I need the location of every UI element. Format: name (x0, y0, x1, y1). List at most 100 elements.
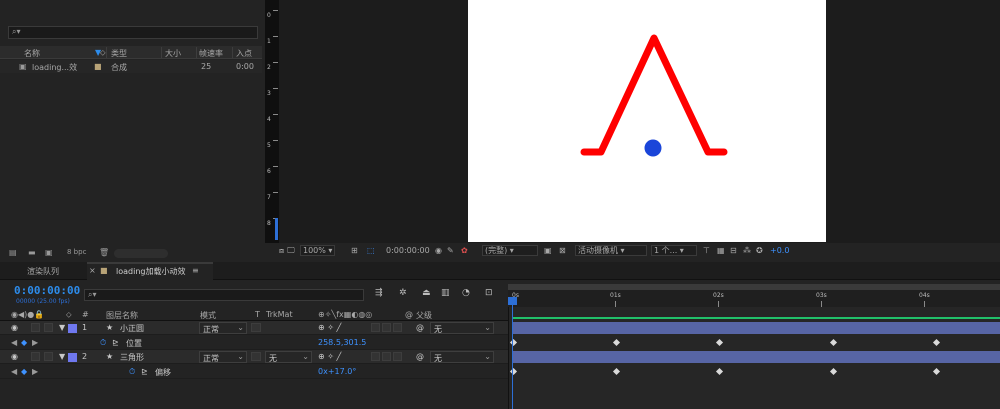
property-row[interactable]: ◀ ◆ ▶ ⏱ ⊵ 位置 258.5,301.5 (0, 336, 508, 350)
switch-box[interactable] (393, 323, 402, 332)
column-in-point[interactable]: 入点 (236, 48, 252, 59)
property-value[interactable]: 258.5,301.5 (318, 338, 366, 347)
layer-duration-bar[interactable] (512, 351, 1000, 363)
eye-icon[interactable]: ◉ (11, 352, 18, 361)
delete-icon[interactable]: 🗑 (99, 248, 109, 257)
project-item[interactable]: ▣ loading...效 ■ 合成 25 0:00 (0, 60, 262, 73)
project-scrollbar[interactable] (114, 249, 168, 258)
layer-name[interactable]: 三角形 (120, 352, 144, 363)
show-snapshot-icon[interactable]: ✎ (447, 246, 454, 255)
snapshot-icon[interactable]: ◉ (435, 246, 442, 255)
column-parent[interactable]: 父级 (416, 310, 432, 321)
lock-switch[interactable] (44, 352, 53, 361)
layer-switches[interactable]: ⊕ ✧ ╱ (318, 352, 341, 361)
bit-depth-label[interactable]: 8 bpc (67, 248, 86, 256)
mode-dropdown[interactable]: 正常 ⌄ (199, 322, 247, 334)
layer-switches[interactable]: ⊕ ✧ ╱ (318, 323, 341, 332)
keyframe-next-icon[interactable]: ▶ (32, 367, 38, 376)
switch-box[interactable] (393, 352, 402, 361)
keyframe-nav-icon[interactable]: ◀ (11, 367, 17, 376)
views-dropdown[interactable]: 1 个... ▾ (651, 245, 697, 256)
column-trkmat[interactable]: TrkMat (266, 310, 293, 319)
pick-whip-icon[interactable]: @ (416, 352, 424, 361)
graph-icon[interactable]: ⊵ (112, 338, 119, 347)
exposure-value[interactable]: +0.0 (770, 246, 789, 255)
switch-box[interactable] (371, 323, 380, 332)
layer-duration-bar[interactable] (512, 322, 1000, 334)
eye-icon[interactable]: ◉ (11, 323, 18, 332)
stopwatch-icon[interactable]: ⏱ (129, 367, 135, 377)
trkmat-dropdown[interactable]: 无 ⌄ (265, 351, 312, 363)
graph-icon[interactable]: ⊵ (141, 367, 148, 376)
zoom-dropdown[interactable]: 100% ▾ (300, 245, 336, 256)
switch-box[interactable] (382, 352, 391, 361)
keyframe-next-icon[interactable]: ▶ (32, 338, 38, 347)
keyframe-diamond-icon[interactable]: ◆ (21, 338, 27, 347)
property-row[interactable]: ◀ ◆ ▶ ⏱ ⊵ 偏移 0x+17.0° (0, 365, 508, 379)
column-mode[interactable]: 模式 (200, 310, 216, 321)
expand-arrow-icon[interactable]: ▼ (59, 352, 65, 361)
switch-box[interactable] (382, 323, 391, 332)
composition-canvas[interactable] (468, 0, 826, 242)
project-search-input[interactable]: ⌕▾ (8, 26, 258, 39)
graph-editor-icon[interactable]: ⊡ (485, 288, 493, 298)
parent-dropdown[interactable]: 无 ⌄ (430, 351, 494, 363)
solo-switch[interactable] (31, 352, 40, 361)
transparency-grid-icon[interactable]: ▣ (544, 246, 552, 255)
column-type[interactable]: 类型 (111, 48, 127, 59)
tab-render-queue[interactable]: 渲染队列 (27, 266, 59, 277)
keyframe-nav-icon[interactable]: ◀ (11, 338, 17, 347)
work-area-bar[interactable] (512, 317, 1000, 319)
solo-switch[interactable] (31, 323, 40, 332)
parent-dropdown[interactable]: 无 ⌄ (430, 322, 494, 334)
new-composition-icon[interactable]: ▣ (45, 248, 53, 257)
fast-preview-icon[interactable]: ⊠ (559, 246, 566, 255)
camera-dropdown[interactable]: 活动摄像机 ▾ (575, 245, 647, 256)
timeline-timecode[interactable]: 0:00:00:00 (14, 284, 80, 297)
draft-3d-icon[interactable]: ✲ (399, 288, 407, 298)
layer-row[interactable]: ◉ ▼ 2 ★ 三角形 正常 ⌄ 无 ⌄ ⊕ ✧ ╱ @ 无 ⌄ (0, 350, 508, 364)
channel-icon[interactable]: ✿ (461, 246, 468, 255)
monitor-icon[interactable]: ⧈ (279, 246, 284, 256)
transparency-icon[interactable]: ▦ (717, 246, 725, 255)
region-of-interest-icon[interactable]: ⬚ (367, 246, 375, 255)
property-value[interactable]: 0x+17.0° (318, 367, 356, 376)
expand-arrow-icon[interactable]: ▼ (59, 323, 65, 332)
lock-switch[interactable] (44, 323, 53, 332)
time-ruler[interactable]: 0s 01s 02s 03s 04s (508, 290, 1000, 307)
timeline-search-input[interactable]: ⌕▾ (84, 289, 364, 301)
layer-label-color[interactable] (68, 353, 77, 362)
switch-box[interactable] (371, 352, 380, 361)
grid-icon[interactable]: ⊞ (351, 246, 358, 255)
viewer-timecode[interactable]: 0:00:00:00 (386, 246, 430, 255)
panel-menu-icon[interactable]: ≡ (192, 266, 199, 275)
shy-icon[interactable]: ⏏ (422, 288, 431, 298)
toggle-pixel-icon[interactable]: ⊤ (703, 246, 710, 255)
column-t[interactable]: T (255, 310, 260, 319)
flowchart-icon[interactable]: ⊟ (730, 246, 737, 255)
current-time-indicator[interactable] (512, 297, 513, 409)
network-icon[interactable]: ⁂ (743, 246, 751, 255)
column-size[interactable]: 大小 (165, 48, 181, 59)
reset-exposure-icon[interactable]: ✪ (756, 246, 763, 255)
interpret-footage-icon[interactable]: ▤ (9, 248, 17, 257)
tab-composition-label[interactable]: loading加载小动效 (116, 266, 185, 277)
new-folder-icon[interactable]: ▬ (28, 248, 36, 257)
keyframe-diamond-icon[interactable]: ◆ (21, 367, 27, 376)
display-icon[interactable]: 🖵 (287, 246, 295, 256)
stopwatch-icon[interactable]: ⏱ (100, 338, 106, 348)
resolution-dropdown[interactable]: (完整) ▾ (482, 245, 538, 256)
column-hash[interactable]: # (82, 310, 89, 319)
frame-blending-icon[interactable]: ▥ (441, 288, 450, 298)
column-name[interactable]: 名称 (24, 48, 40, 59)
mode-dropdown[interactable]: 正常 ⌄ (199, 351, 247, 363)
pick-whip-icon[interactable]: @ (416, 323, 424, 332)
layer-row[interactable]: ◉ ▼ 1 ★ 小正圆 正常 ⌄ ⊕ ✧ ╱ @ 无 ⌄ (0, 321, 508, 335)
composition-mini-flowchart-icon[interactable]: ⇶ (375, 288, 383, 298)
column-framerate[interactable]: 帧速率 (199, 48, 223, 59)
motion-blur-icon[interactable]: ◔ (462, 288, 470, 298)
column-layer-name[interactable]: 图层名称 (106, 310, 138, 321)
current-time-indicator-head[interactable] (508, 297, 517, 305)
layer-label-color[interactable] (68, 324, 77, 333)
close-tab-icon[interactable]: × (89, 266, 96, 275)
